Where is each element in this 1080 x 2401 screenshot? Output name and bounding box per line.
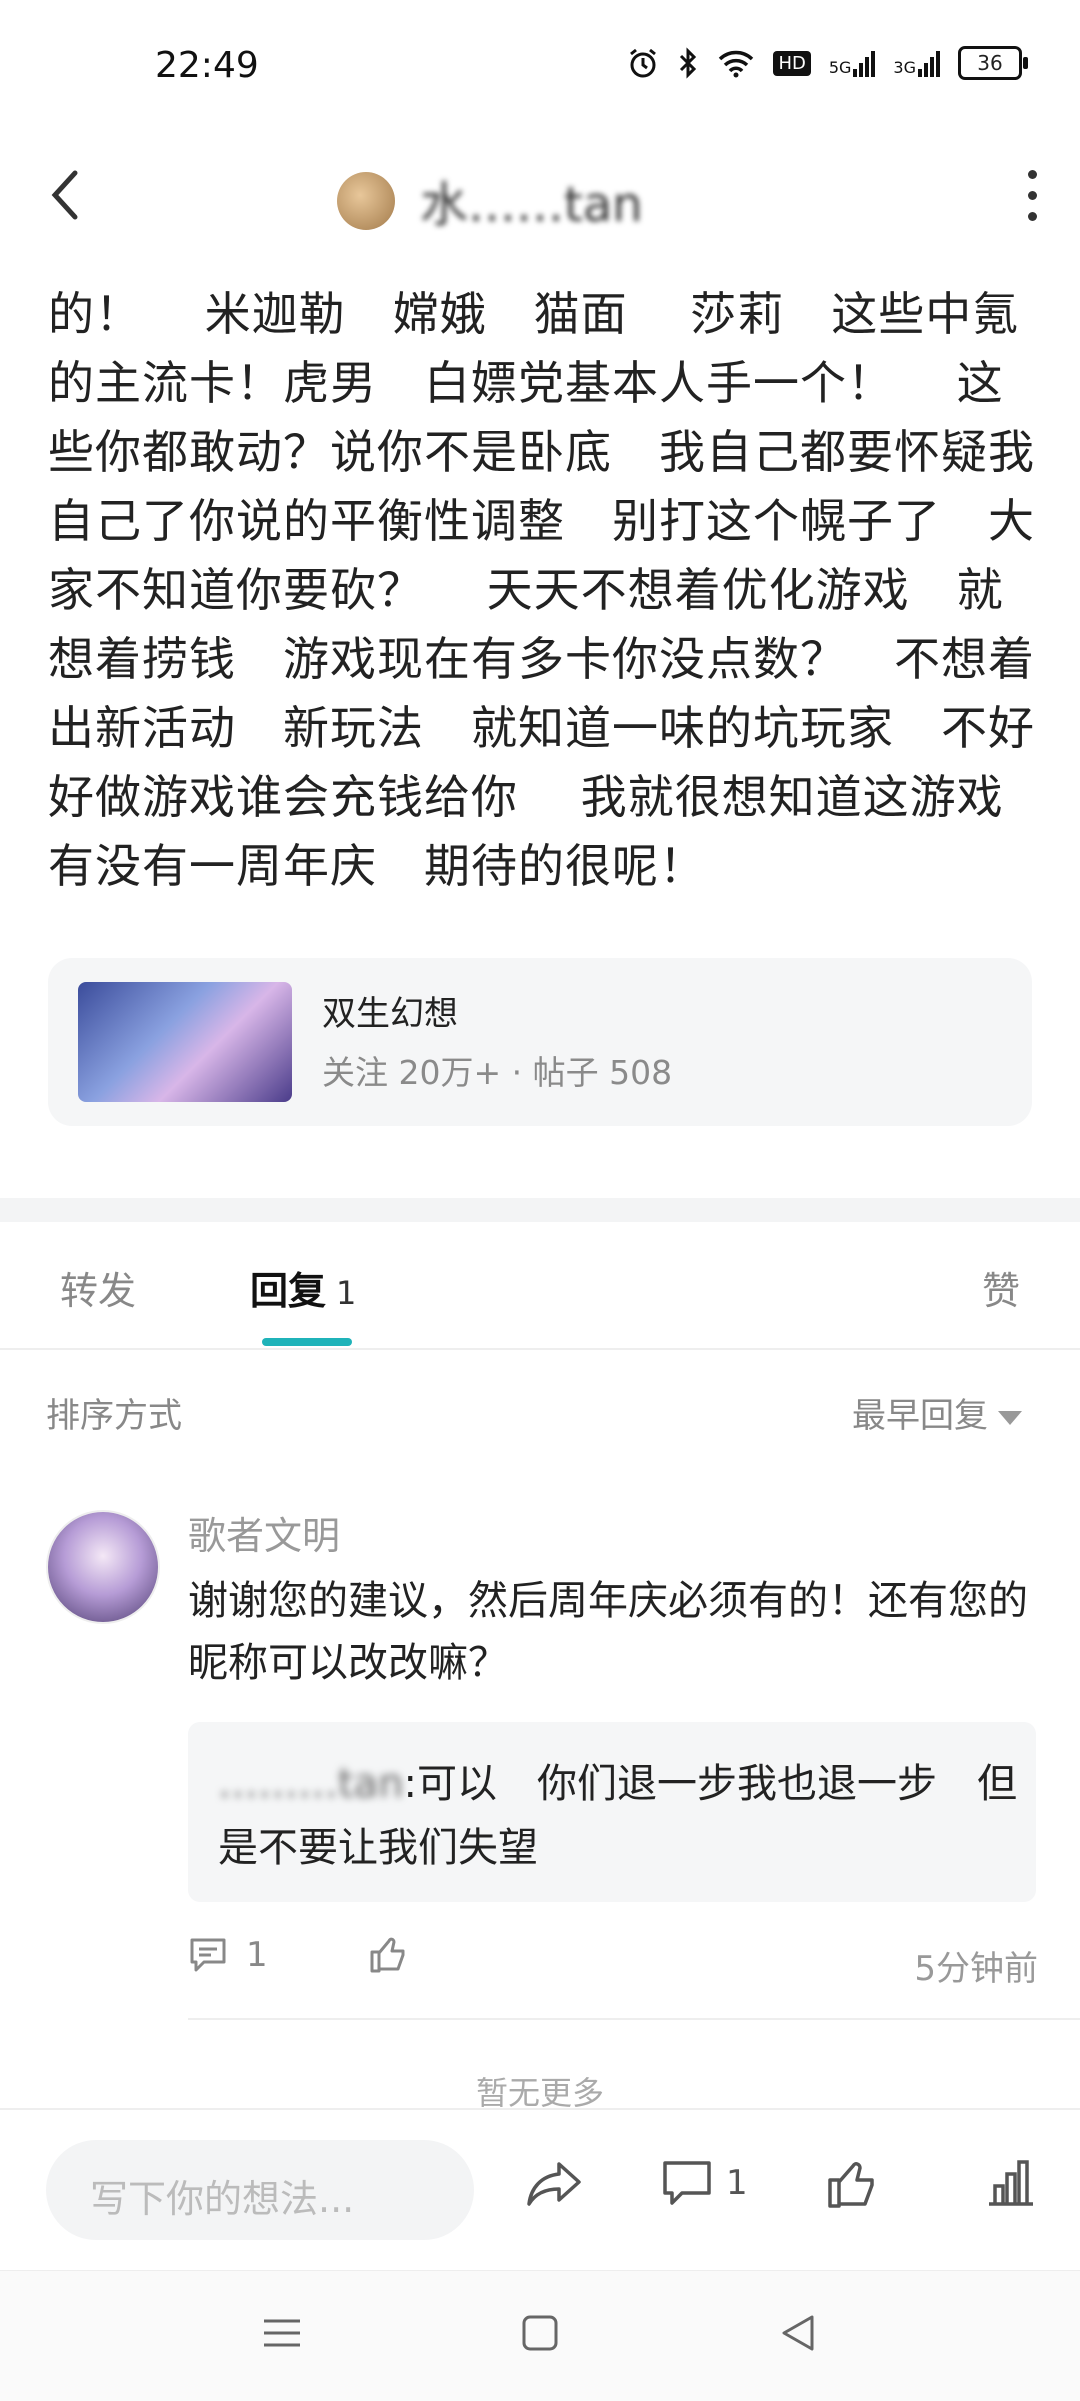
status-time: 22:49	[155, 45, 259, 86]
comment-input-placeholder: 写下你的想法...	[90, 2177, 355, 2221]
more-vertical-icon[interactable]	[1024, 170, 1040, 226]
comment-separator	[188, 2018, 1080, 2020]
wifi-icon	[719, 50, 754, 78]
sort-label: 排序方式	[46, 1396, 182, 1436]
quoted-reply[interactable]: ………tan:可以 你们退一步我也退一步 但是不要让我们失望	[188, 1722, 1036, 1902]
hd-badge: HD	[773, 50, 811, 76]
tab-like[interactable]: 赞	[982, 1260, 1020, 1315]
stats-icon[interactable]	[985, 2158, 1037, 2208]
alarm-icon	[630, 48, 657, 78]
tab-bar: 转发 回复 1 赞	[0, 1222, 1080, 1350]
signal-5g: 5G	[829, 49, 876, 77]
commenter-name[interactable]: 歌者文明	[188, 1505, 340, 1560]
signal-3g: 3G	[893, 49, 940, 77]
share-icon[interactable]	[525, 2158, 585, 2210]
bottom-action-bar: 写下你的想法... 1	[0, 2108, 1080, 2272]
battery-icon: 36	[958, 46, 1028, 80]
section-divider	[0, 1198, 1080, 1222]
author-name[interactable]: 水……tan	[420, 165, 643, 235]
commenter-avatar[interactable]	[46, 1510, 160, 1624]
chevron-left-icon[interactable]	[45, 165, 85, 225]
menu-icon[interactable]	[262, 2313, 302, 2353]
quoted-user[interactable]: ………tan	[218, 1761, 404, 1807]
comment-input[interactable]: 写下你的想法...	[46, 2140, 474, 2240]
signal-3g-label: 3G	[893, 58, 916, 77]
comment-reply-button[interactable]: 1	[188, 1935, 268, 1975]
tab-reply-label: 回复	[250, 1269, 327, 1313]
game-thumbnail	[78, 982, 292, 1102]
post-body: 的！ 米迦勒 嫦娥 猫面 莎莉 这些中氪的主流卡！虎男 白嫖党基本人手一个！ 这…	[48, 287, 1035, 893]
back-triangle-icon[interactable]	[778, 2313, 818, 2353]
quoted-reply-text: ………tan:可以 你们退一步我也退一步 但是不要让我们失望	[218, 1752, 1018, 1880]
thumbs-up-icon[interactable]	[825, 2158, 879, 2210]
comment-actions: 1 5分钟前	[188, 1935, 1038, 1995]
sort-dropdown[interactable]: 最早回复	[852, 1388, 1022, 1437]
comment-icon	[190, 1938, 226, 1972]
comment-button[interactable]: 1	[660, 2158, 748, 2208]
post-header: 水……tan	[0, 150, 1080, 240]
comment-icon	[663, 2161, 711, 2205]
signal-bars-icon	[918, 51, 940, 77]
signal-5g-label: 5G	[828, 58, 852, 77]
comment-reply-count: 1	[246, 1935, 268, 1975]
thumbs-up-icon[interactable]	[368, 1935, 408, 1975]
game-name: 双生幻想	[322, 994, 458, 1034]
signal-bars-icon	[853, 51, 876, 77]
home-icon[interactable]	[520, 2313, 560, 2353]
sort-value: 最早回复	[852, 1396, 988, 1436]
game-card[interactable]: 双生幻想 关注 20万+ · 帖子 508	[48, 958, 1032, 1126]
bluetooth-icon	[680, 47, 697, 79]
game-stats: 关注 20万+ · 帖子 508	[322, 1053, 673, 1092]
tab-reply-count: 1	[336, 1274, 357, 1312]
system-nav-bar	[0, 2270, 1080, 2401]
comment-text: 谢谢您的建议，然后周年庆必须有的！还有您的昵称可以改改嘛？	[188, 1578, 1028, 1686]
comment-time: 5分钟前	[914, 1949, 1038, 1989]
tab-forward[interactable]: 转发	[60, 1260, 136, 1315]
tab-indicator	[262, 1338, 352, 1346]
caret-down-icon	[998, 1410, 1022, 1425]
status-icons: HD 5G 3G 36	[627, 46, 1028, 80]
tab-reply[interactable]: 回复 1	[250, 1260, 356, 1315]
status-bar: 22:49 HD 5G 3G 36	[0, 0, 1080, 130]
author-avatar[interactable]	[337, 172, 395, 230]
comment-count: 1	[726, 2163, 748, 2203]
